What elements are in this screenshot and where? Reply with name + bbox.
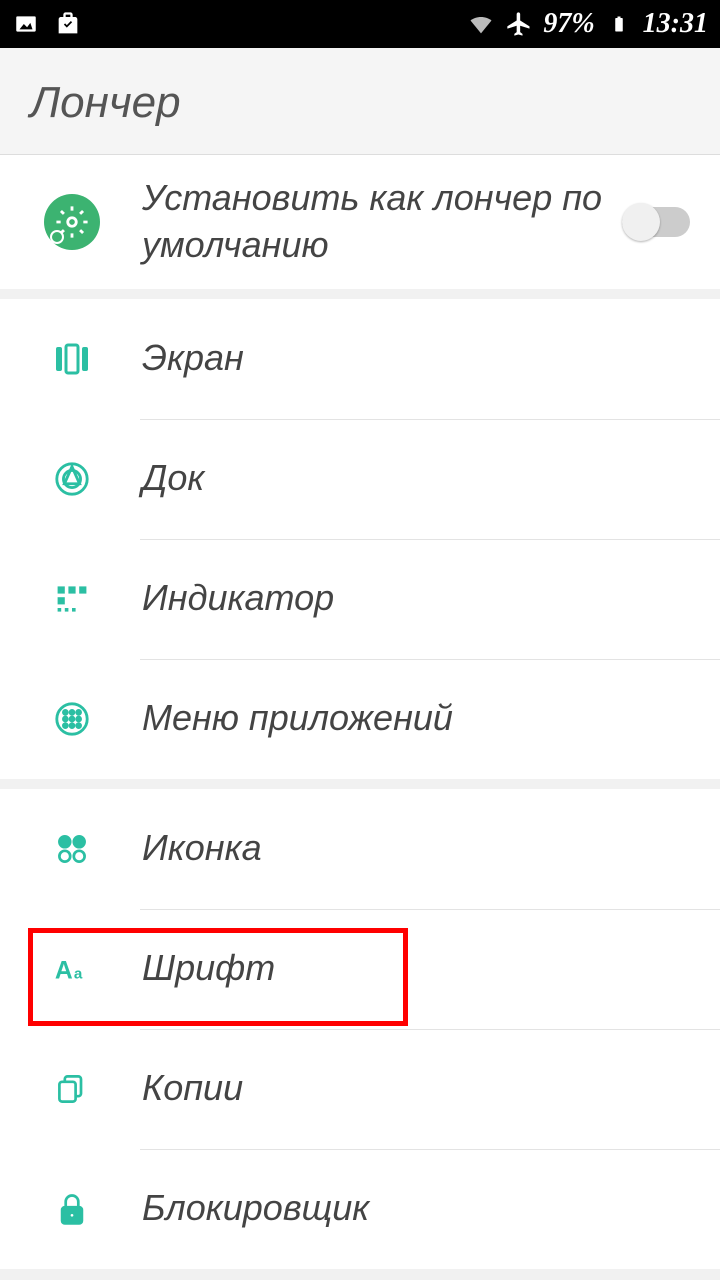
section-general: Установить как лончер по умолчанию [0,155,720,289]
font-label: Шрифт [142,945,690,992]
screen-label: Экран [142,335,690,382]
shapes-icon [44,821,100,877]
row-copies[interactable]: Копии [0,1029,720,1149]
lock-icon [44,1181,100,1237]
section-appearance: Иконка Aa Шрифт Копии Блокировщик [0,789,720,1269]
indicator-icon [44,571,100,627]
row-apps-menu[interactable]: Меню приложений [0,659,720,779]
copies-icon [44,1061,100,1117]
font-icon: Aa [44,941,100,997]
default-launcher-label: Установить как лончер по умолчанию [142,175,622,269]
section-display: Экран Док Индикатор Меню приложений [0,299,720,779]
svg-text:A: A [55,957,73,984]
icon-label: Иконка [142,825,690,872]
page-header: Лончер [0,48,720,155]
dock-icon [44,451,100,507]
status-right: 97% 13:31 [467,8,708,40]
gear-circle-icon [44,194,100,250]
row-default-launcher[interactable]: Установить как лончер по умолчанию [0,155,720,289]
row-font[interactable]: Aa Шрифт [0,909,720,1029]
battery-icon [605,10,633,38]
picture-icon [12,10,40,38]
apps-menu-icon [44,691,100,747]
row-screen[interactable]: Экран [0,299,720,419]
apps-menu-label: Меню приложений [142,695,690,742]
svg-text:a: a [74,965,83,982]
indicator-label: Индикатор [142,575,690,622]
blocker-label: Блокировщик [142,1185,690,1232]
wifi-icon [467,10,495,38]
status-bar: 97% 13:31 [0,0,720,48]
airplane-icon [505,10,533,38]
copies-label: Копии [142,1065,690,1112]
row-indicator[interactable]: Индикатор [0,539,720,659]
row-icon-setting[interactable]: Иконка [0,789,720,909]
row-blocker[interactable]: Блокировщик [0,1149,720,1269]
dock-label: Док [142,455,690,502]
clock: 13:31 [643,8,708,40]
row-dock[interactable]: Док [0,419,720,539]
default-launcher-toggle[interactable] [622,207,690,237]
page-title: Лончер [30,78,690,128]
battery-percent: 97% [543,8,594,40]
status-left [12,10,82,38]
shopping-icon [54,10,82,38]
screen-icon [44,331,100,387]
